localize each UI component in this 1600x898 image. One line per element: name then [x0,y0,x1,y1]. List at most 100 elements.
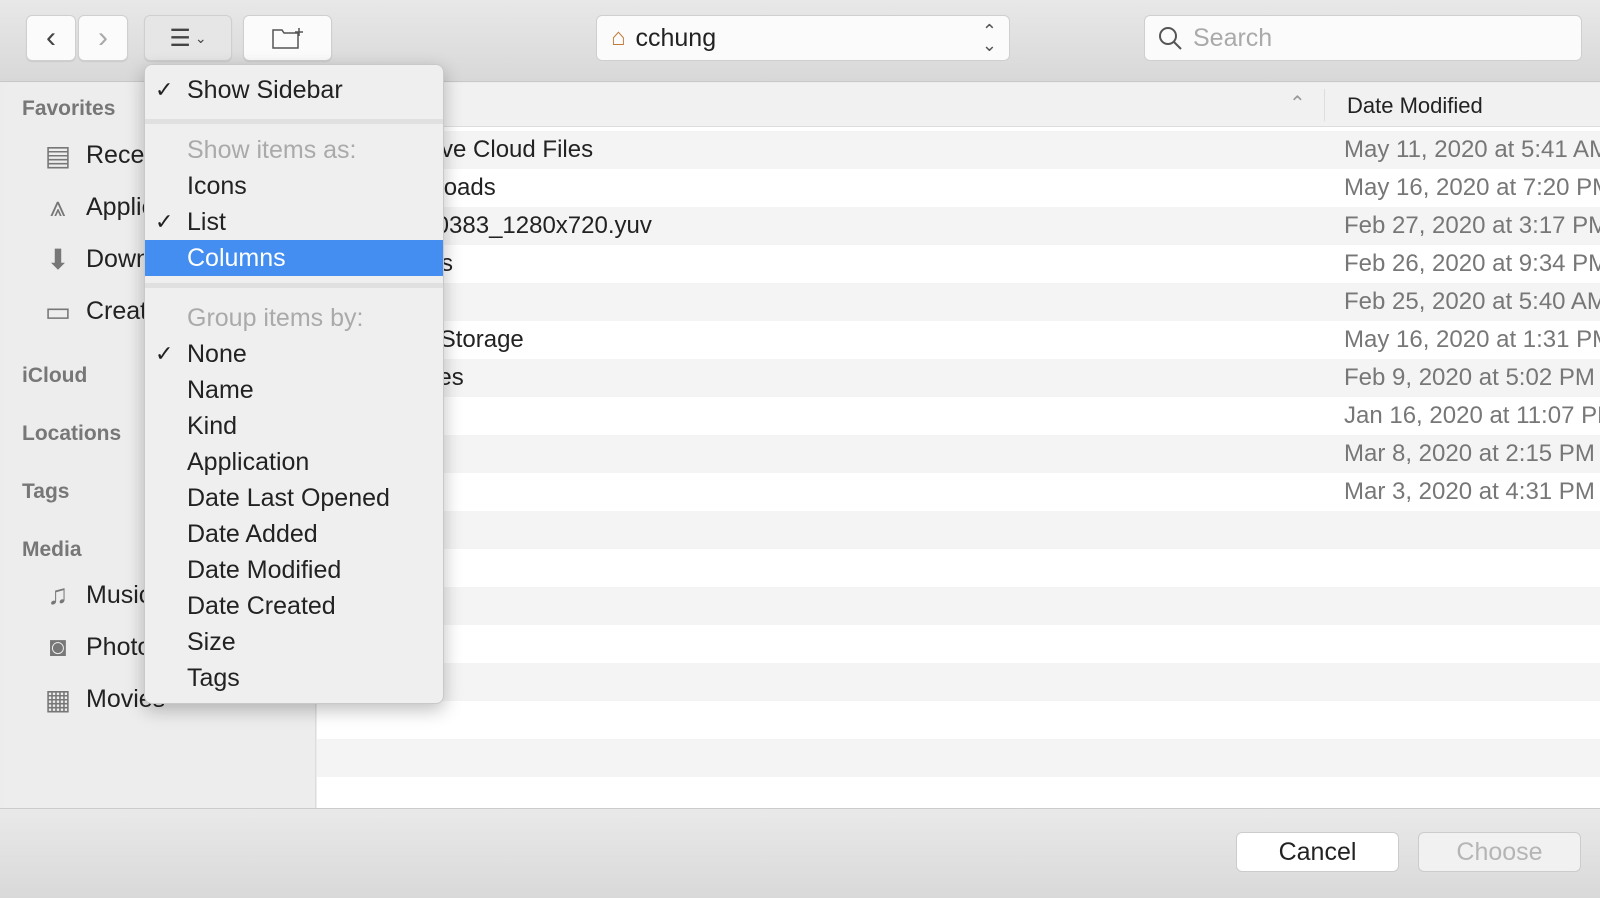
search-input[interactable]: Search [1144,15,1582,61]
menu-item-label: Name [187,375,254,404]
film-icon: ▦ [44,683,72,715]
empty-row [317,549,1600,587]
column-divider[interactable] [1324,89,1325,121]
empty-row [317,587,1600,625]
folder-icon: ▭ [44,295,72,327]
menu-item-name[interactable]: Name [145,372,443,408]
table-row[interactable]: PicturesFeb 9, 2020 at 5:02 PM [317,359,1600,397]
menu-item-label: Columns [187,243,286,272]
checkmark-icon: ✓ [155,209,174,234]
file-date: Feb 26, 2020 at 9:34 PM [1344,250,1600,277]
home-icon: ⌂ [611,24,626,51]
forward-button[interactable]: › [78,15,128,61]
menu-item-date-created[interactable]: Date Created [145,588,443,624]
empty-row [317,663,1600,701]
menu-item-tags[interactable]: Tags [145,660,443,696]
applications-icon: ⩓ [50,190,66,222]
file-date: May 16, 2020 at 1:31 PM [1344,326,1600,353]
music-icon: ♫ [47,579,69,610]
file-date: Mar 3, 2020 at 4:31 PM [1344,478,1595,505]
menu-separator [145,119,443,124]
file-date: Mar 8, 2020 at 2:15 PM [1344,440,1595,467]
empty-row [317,625,1600,663]
updown-chevron-icon: ⌃ ⌄ [981,21,997,55]
section-locations[interactable]: Locations [22,422,121,446]
table-row[interactable]: tmpMar 8, 2020 at 2:15 PM [317,435,1600,473]
menu-item-label: Date Created [187,591,336,620]
choose-button[interactable]: Choose [1418,832,1581,872]
view-options-button[interactable]: ☰ ⌄ [144,15,232,61]
column-date-modified[interactable]: Date Modified [1347,93,1483,119]
column-header: ⌃ Date Modified [317,83,1600,127]
file-date: May 16, 2020 at 7:20 PM [1344,174,1600,201]
section-icloud[interactable]: iCloud [22,364,87,388]
chevron-left-icon: ‹ [46,21,56,54]
menu-item-show-sidebar[interactable]: ✓ Show Sidebar [145,72,443,108]
menu-item-none[interactable]: ✓ None [145,336,443,372]
file-list: ⌃ Date Modified Creative Cloud Files May … [317,83,1600,808]
empty-row [317,701,1600,739]
menu-item-label: Date Last Opened [187,483,390,512]
path-selector[interactable]: ⌂ cchung ⌃ ⌄ [596,15,1010,61]
sidebar-item-music[interactable]: ♫ Music [40,578,152,612]
checkmark-icon: ✓ [155,341,174,366]
file-date: May 11, 2020 at 5:41 AM [1344,136,1600,163]
menu-item-list[interactable]: ✓ List [145,204,443,240]
menu-item-icons[interactable]: Icons [145,168,443,204]
new-folder-icon [271,28,303,49]
camera-icon: ◙ [49,631,67,662]
downloads-icon: ⬇ [46,243,70,275]
sort-ascending-icon[interactable]: ⌃ [1289,91,1306,116]
menu-item-label: Kind [187,411,238,440]
empty-row [317,777,1600,808]
menu-header-group-by: Group items by: [187,303,364,332]
menu-item-kind[interactable]: Kind [145,408,443,444]
chevron-right-icon: › [98,21,108,54]
menu-item-columns[interactable]: Columns [145,240,443,276]
sidebar-item-label: Music [86,580,152,609]
path-label: cchung [635,23,717,52]
table-row[interactable]: PhotoStorage May 16, 2020 at 1:31 PM [317,321,1600,359]
menu-item-label: Show Sidebar [187,75,343,104]
search-placeholder: Search [1193,23,1273,52]
cancel-button[interactable]: Cancel [1236,832,1399,872]
menu-item-date-last-opened[interactable]: Date Last Opened [145,480,443,516]
menu-item-date-modified[interactable]: Date Modified [145,552,443,588]
section-favorites: Favorites [22,97,116,120]
menu-item-label: Application [187,447,310,476]
menu-item-label: Size [187,627,236,656]
table-row[interactable]: DownloadsMay 16, 2020 at 7:20 PM [317,169,1600,207]
chevron-down-icon: ⌄ [194,29,207,46]
table-row[interactable]: MoviesFeb 26, 2020 at 9:34 PM [317,245,1600,283]
table-row[interactable]: workMar 3, 2020 at 4:31 PM [317,473,1600,511]
checkmark-icon: ✓ [155,77,174,102]
menu-item-label: List [187,207,226,236]
rows: Creative Cloud Files May 11, 2020 at 5:41… [317,131,1600,808]
file-date: Feb 25, 2020 at 5:40 AM [1344,288,1600,315]
back-button[interactable]: ‹ [26,15,76,61]
list-icon: ☰ [169,24,191,52]
menu-item-date-added[interactable]: Date Added [145,516,443,552]
section-tags[interactable]: Tags [22,480,69,504]
menu-header-show-items: Show items as: [187,135,357,164]
bottom-bar: Cancel Choose [0,808,1600,898]
menu-item-label: Tags [187,663,240,692]
menu-item-label: None [187,339,247,368]
section-media: Media [22,538,82,561]
table-row[interactable]: MusicFeb 25, 2020 at 5:40 AM [317,283,1600,321]
table-row[interactable]: IMG_0383_1280x720.yuv Feb 27, 2020 at 3:1… [317,207,1600,245]
new-folder-button[interactable] [243,15,332,61]
file-date: Feb 9, 2020 at 5:02 PM [1344,364,1595,391]
menu-item-size[interactable]: Size [145,624,443,660]
search-icon [1159,27,1182,50]
table-row[interactable]: PublicJan 16, 2020 at 11:07 PM [317,397,1600,435]
menu-item-label: Icons [187,171,247,200]
view-options-menu: ✓ Show Sidebar Show items as: Icons ✓ List C… [144,64,444,704]
empty-row [317,739,1600,777]
menu-item-application[interactable]: Application [145,444,443,480]
menu-separator [145,283,443,288]
table-row[interactable]: Creative Cloud Files May 11, 2020 at 5:41… [317,131,1600,169]
recents-icon: ▤ [44,139,72,171]
file-date: Jan 16, 2020 at 11:07 PM [1344,402,1600,429]
empty-row [317,511,1600,549]
